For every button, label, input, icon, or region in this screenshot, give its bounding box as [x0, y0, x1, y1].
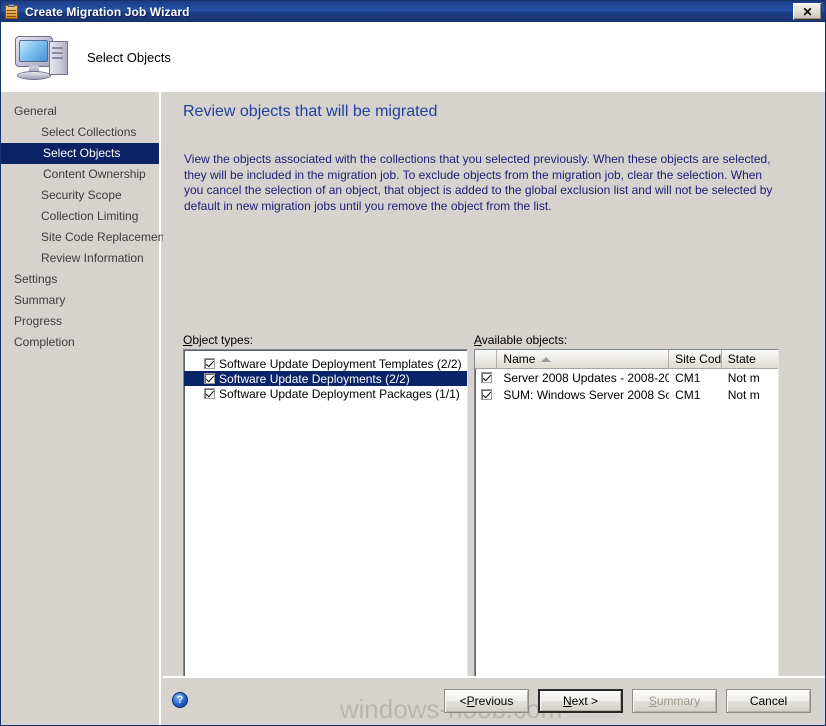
checkbox-icon[interactable] [204, 373, 215, 384]
row-name-cell: SUM: Windows Server 2008 Softwa [503, 387, 669, 402]
checkbox-icon[interactable] [204, 388, 215, 399]
sidebar-item-progress[interactable]: Progress [1, 311, 159, 332]
column-header-name[interactable]: Name [497, 350, 670, 368]
computer-icon [11, 27, 75, 87]
button-row: < Previous Next > Summary Cancel [444, 689, 811, 713]
list-item-label: Software Update Deployment Packages (1/1… [219, 386, 460, 401]
content-pane: Review objects that will be migrated Vie… [163, 92, 825, 704]
help-icon[interactable]: ? [172, 692, 188, 708]
list-item-label: Software Update Deployments (2/2) [219, 371, 410, 386]
row-site-code-cell: CM1 [675, 370, 701, 385]
available-objects-list[interactable]: Name Site Code State Server 2008 Updates… [474, 349, 779, 704]
row-name-cell: Server 2008 Updates - 2008-2012 [503, 370, 670, 385]
sidebar-item-settings[interactable]: Settings [1, 269, 159, 290]
checkbox-icon[interactable] [480, 389, 492, 400]
cancel-button[interactable]: Cancel [726, 689, 811, 713]
row-state-cell: Not m [727, 370, 760, 385]
summary-button-accel: S [648, 694, 657, 708]
header-banner: Select Objects [1, 22, 825, 92]
column-header-site-code[interactable]: Site Code [669, 350, 722, 368]
sort-ascending-icon [541, 356, 552, 362]
banner-title: Select Objects [87, 49, 171, 65]
available-objects-label: Available objects: [474, 333, 567, 347]
list-item[interactable]: Software Update Deployment Packages (1/1… [184, 386, 467, 401]
next-button[interactable]: Next > [538, 689, 623, 713]
window-title: Create Migration Job Wizard [25, 4, 190, 19]
available-objects-label-accel: A [474, 333, 482, 347]
next-button-accel: N [562, 694, 572, 708]
table-row[interactable]: Server 2008 Updates - 2008-2012 CM1 Not … [475, 369, 778, 386]
sidebar-item-site-code-replacement[interactable]: Site Code Replacement [1, 227, 168, 248]
sidebar-item-select-objects[interactable]: Select Objects [1, 143, 159, 164]
previous-button[interactable]: < Previous [444, 689, 529, 713]
previous-button-prefix: < [459, 694, 467, 708]
object-types-list[interactable]: Software Update Deployment Templates (2/… [183, 349, 468, 704]
row-checkbox-cell[interactable] [475, 372, 497, 383]
checkbox-icon[interactable] [204, 358, 215, 369]
sidebar-item-summary[interactable]: Summary [1, 290, 159, 311]
object-types-label-accel: O [183, 333, 193, 347]
row-checkbox-cell[interactable] [475, 389, 497, 400]
summary-button: Summary [632, 689, 717, 713]
sidebar-item-security-scope[interactable]: Security Scope [1, 185, 159, 206]
sidebar-item-completion[interactable]: Completion [1, 332, 159, 353]
list-item-label: Software Update Deployment Templates (2/… [219, 356, 462, 371]
next-button-label: ext > [571, 694, 599, 708]
table-header: Name Site Code State [475, 350, 778, 369]
column-header-name-label: Name [503, 352, 536, 366]
object-types-label: Object types: [183, 333, 253, 347]
wizard-step-nav: General Select Collections Select Object… [1, 92, 168, 725]
previous-button-label: revious [474, 694, 514, 708]
page-title: Review objects that will be migrated [183, 103, 438, 120]
wizard-clipboard-icon [4, 3, 20, 20]
sidebar-item-select-collections[interactable]: Select Collections [1, 122, 159, 143]
column-header-checkbox[interactable] [475, 350, 498, 368]
table-row[interactable]: SUM: Windows Server 2008 Softwa CM1 Not … [475, 386, 778, 403]
row-site-code-cell: CM1 [675, 387, 701, 402]
column-header-state[interactable]: State [722, 350, 778, 368]
sidebar-item-collection-limiting[interactable]: Collection Limiting [1, 206, 159, 227]
sidebar-item-general[interactable]: General [1, 101, 159, 122]
summary-button-label: ummary [656, 694, 701, 708]
available-objects-label-rest: vailable objects: [481, 333, 568, 347]
close-button[interactable]: ✕ [793, 3, 822, 20]
object-types-label-rest: bject types: [192, 333, 254, 347]
previous-button-accel: P [466, 694, 475, 708]
title-bar: Create Migration Job Wizard ✕ [1, 1, 825, 22]
footer-bar: ? windows-noob.com < Previous Next > Sum… [163, 678, 825, 725]
wizard-dialog: Create Migration Job Wizard ✕ Select Obj… [0, 0, 826, 726]
sidebar-item-review-information[interactable]: Review Information [1, 248, 159, 269]
row-state-cell: Not m [727, 387, 760, 402]
sidebar-item-content-ownership[interactable]: Content Ownership [1, 164, 159, 185]
list-item[interactable]: Software Update Deployment Templates (2/… [184, 356, 467, 371]
checkbox-icon[interactable] [480, 372, 492, 383]
page-description: View the objects associated with the col… [184, 152, 773, 213]
list-item[interactable]: Software Update Deployments (2/2) [184, 371, 467, 386]
